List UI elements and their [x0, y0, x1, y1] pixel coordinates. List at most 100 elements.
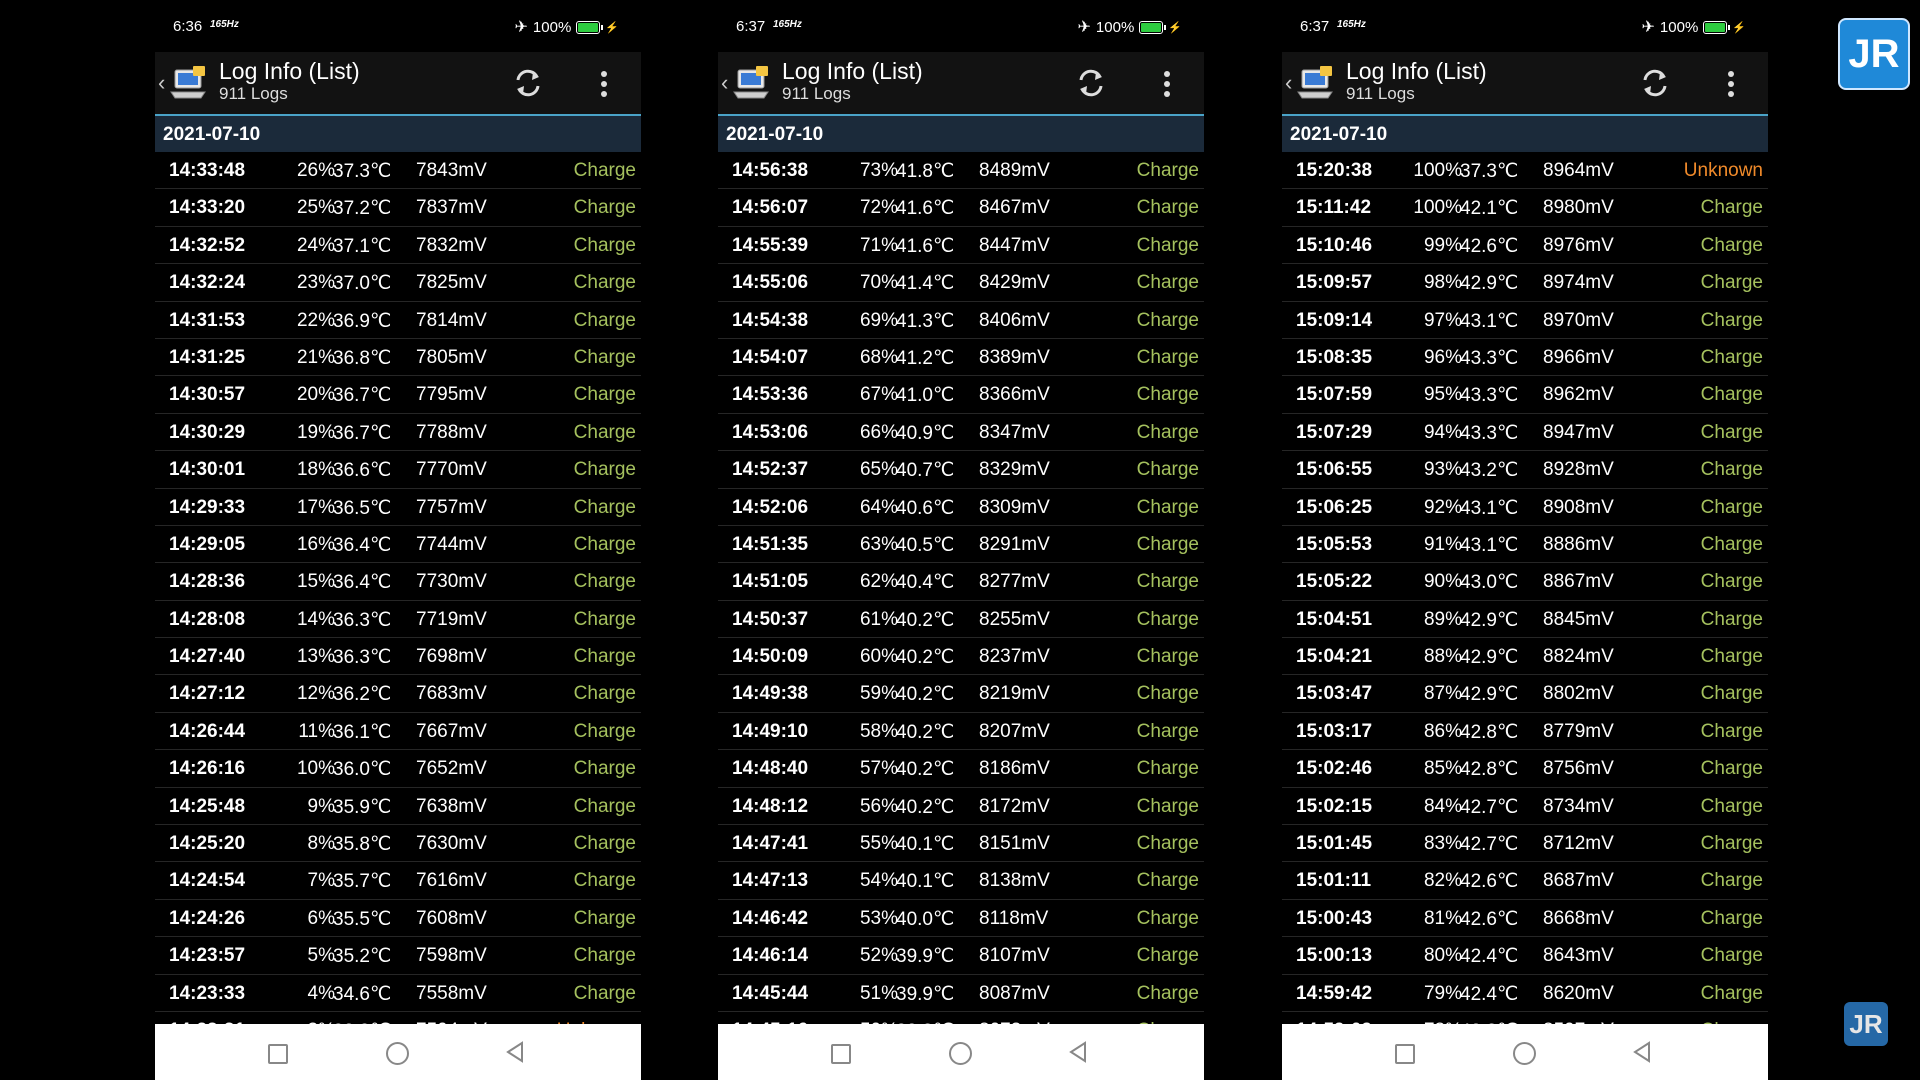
log-row[interactable]: 14:27:12 12% 36.2℃ 7683mV Charge: [155, 675, 641, 713]
log-row[interactable]: 14:29:05 16% 36.4℃ 7744mV Charge: [155, 526, 641, 564]
log-row[interactable]: 14:46:42 53% 40.0℃ 8118mV Charge: [718, 900, 1204, 938]
log-row[interactable]: 15:04:51 89% 42.9℃ 8845mV Charge: [1282, 601, 1768, 639]
log-row[interactable]: 14:31:25 21% 36.8℃ 7805mV Charge: [155, 339, 641, 377]
log-row[interactable]: 14:59:09 78% 42.3℃ 8597mV Charge: [1282, 1012, 1768, 1024]
log-row[interactable]: 14:45:16 50% 39.8℃ 8073mV Charge: [718, 1012, 1204, 1024]
log-time: 14:24:54: [169, 870, 246, 892]
log-row[interactable]: 14:51:05 62% 40.4℃ 8277mV Charge: [718, 563, 1204, 601]
log-row[interactable]: 14:54:07 68% 41.2℃ 8389mV Charge: [718, 339, 1204, 377]
log-row[interactable]: 14:28:08 14% 36.3℃ 7719mV Charge: [155, 601, 641, 639]
log-row[interactable]: 14:25:20 8% 35.8℃ 7630mV Charge: [155, 825, 641, 863]
log-time: 15:11:42: [1296, 197, 1372, 219]
log-time: 14:26:44: [169, 720, 246, 742]
log-row[interactable]: 15:10:46 99% 42.6℃ 8976mV Charge: [1282, 227, 1768, 265]
back-chevron-icon[interactable]: ‹: [721, 70, 728, 96]
log-row[interactable]: 14:54:38 69% 41.3℃ 8406mV Charge: [718, 302, 1204, 339]
recent-apps-icon[interactable]: [1395, 1044, 1415, 1064]
log-list[interactable]: 15:20:38 100% 37.3℃ 8964mV Unknown 15:11…: [1282, 152, 1768, 1024]
more-options-icon[interactable]: [599, 68, 609, 100]
refresh-icon[interactable]: [1074, 66, 1108, 100]
log-row[interactable]: 15:09:14 97% 43.1℃ 8970mV Charge: [1282, 302, 1768, 339]
log-temperature: 43.3℃: [1460, 385, 1519, 407]
recent-apps-icon[interactable]: [831, 1044, 851, 1064]
log-row[interactable]: 14:24:26 6% 35.5℃ 7608mV Charge: [155, 900, 641, 938]
log-row[interactable]: 15:01:45 83% 42.7℃ 8712mV Charge: [1282, 825, 1768, 863]
log-row[interactable]: 15:02:15 84% 42.7℃ 8734mV Charge: [1282, 788, 1768, 826]
log-row[interactable]: 14:27:40 13% 36.3℃ 7698mV Charge: [155, 638, 641, 676]
refresh-icon[interactable]: [1638, 66, 1672, 100]
log-list[interactable]: 14:56:38 73% 41.8℃ 8489mV Charge 14:56:0…: [718, 152, 1204, 1024]
log-row[interactable]: 14:30:01 18% 36.6℃ 7770mV Charge: [155, 451, 641, 489]
log-row[interactable]: 14:23:33 4% 34.6℃ 7558mV Charge: [155, 975, 641, 1012]
log-row[interactable]: 14:46:14 52% 39.9℃ 8107mV Charge: [718, 937, 1204, 975]
log-row[interactable]: 14:30:29 19% 36.7℃ 7788mV Charge: [155, 414, 641, 452]
log-row[interactable]: 15:05:22 90% 43.0℃ 8867mV Charge: [1282, 563, 1768, 601]
log-list[interactable]: 14:33:48 26% 37.3℃ 7843mV Charge 14:33:2…: [155, 152, 641, 1024]
log-row[interactable]: 14:52:37 65% 40.7℃ 8329mV Charge: [718, 451, 1204, 489]
back-icon[interactable]: [1068, 1041, 1088, 1063]
log-row[interactable]: 14:32:24 23% 37.0℃ 7825mV Charge: [155, 264, 641, 302]
log-row[interactable]: 14:48:12 56% 40.2℃ 8172mV Charge: [718, 788, 1204, 826]
log-time: 14:48:12: [732, 795, 809, 817]
log-row[interactable]: 15:07:29 94% 43.3℃ 8947mV Charge: [1282, 414, 1768, 452]
home-icon[interactable]: [949, 1042, 972, 1065]
log-row[interactable]: 14:56:38 73% 41.8℃ 8489mV Charge: [718, 152, 1204, 190]
more-options-icon[interactable]: [1726, 68, 1736, 100]
log-row[interactable]: 14:29:33 17% 36.5℃ 7757mV Charge: [155, 489, 641, 526]
log-row[interactable]: 14:23:31 3% 33.9℃ 7504mV Unknown: [155, 1012, 641, 1024]
log-row[interactable]: 14:55:06 70% 41.4℃ 8429mV Charge: [718, 264, 1204, 302]
back-icon[interactable]: [505, 1041, 525, 1063]
log-row[interactable]: 14:45:44 51% 39.9℃ 8087mV Charge: [718, 975, 1204, 1012]
log-row[interactable]: 14:23:57 5% 35.2℃ 7598mV Charge: [155, 937, 641, 975]
log-row[interactable]: 15:06:55 93% 43.2℃ 8928mV Charge: [1282, 451, 1768, 489]
log-row[interactable]: 15:03:47 87% 42.9℃ 8802mV Charge: [1282, 675, 1768, 713]
log-temperature: 36.0℃: [333, 759, 392, 781]
home-icon[interactable]: [1513, 1042, 1536, 1065]
log-row[interactable]: 14:48:40 57% 40.2℃ 8186mV Charge: [718, 750, 1204, 788]
log-row[interactable]: 15:03:17 86% 42.8℃ 8779mV Charge: [1282, 713, 1768, 751]
log-row[interactable]: 14:50:09 60% 40.2℃ 8237mV Charge: [718, 638, 1204, 676]
log-row[interactable]: 15:11:42 100% 42.1℃ 8980mV Charge: [1282, 189, 1768, 227]
log-row[interactable]: 14:47:13 54% 40.1℃ 8138mV Charge: [718, 862, 1204, 900]
recent-apps-icon[interactable]: [268, 1044, 288, 1064]
log-row[interactable]: 14:26:16 10% 36.0℃ 7652mV Charge: [155, 750, 641, 788]
refresh-icon[interactable]: [511, 66, 545, 100]
back-icon[interactable]: [1632, 1041, 1652, 1063]
log-row[interactable]: 14:25:48 9% 35.9℃ 7638mV Charge: [155, 788, 641, 826]
log-row[interactable]: 14:49:38 59% 40.2℃ 8219mV Charge: [718, 675, 1204, 713]
log-row[interactable]: 14:33:20 25% 37.2℃ 7837mV Charge: [155, 189, 641, 227]
log-row[interactable]: 14:33:48 26% 37.3℃ 7843mV Charge: [155, 152, 641, 190]
log-row[interactable]: 15:02:46 85% 42.8℃ 8756mV Charge: [1282, 750, 1768, 788]
log-row[interactable]: 14:30:57 20% 36.7℃ 7795mV Charge: [155, 376, 641, 414]
log-row[interactable]: 14:56:07 72% 41.6℃ 8467mV Charge: [718, 189, 1204, 227]
log-row[interactable]: 14:47:41 55% 40.1℃ 8151mV Charge: [718, 825, 1204, 863]
log-row[interactable]: 14:49:10 58% 40.2℃ 8207mV Charge: [718, 713, 1204, 751]
log-row[interactable]: 15:00:13 80% 42.4℃ 8643mV Charge: [1282, 937, 1768, 975]
log-row[interactable]: 14:26:44 11% 36.1℃ 7667mV Charge: [155, 713, 641, 751]
log-row[interactable]: 14:50:37 61% 40.2℃ 8255mV Charge: [718, 601, 1204, 639]
log-row[interactable]: 14:55:39 71% 41.6℃ 8447mV Charge: [718, 227, 1204, 265]
log-row[interactable]: 14:53:36 67% 41.0℃ 8366mV Charge: [718, 376, 1204, 414]
log-row[interactable]: 14:28:36 15% 36.4℃ 7730mV Charge: [155, 563, 641, 601]
log-row[interactable]: 15:01:11 82% 42.6℃ 8687mV Charge: [1282, 862, 1768, 900]
log-row[interactable]: 14:24:54 7% 35.7℃ 7616mV Charge: [155, 862, 641, 900]
log-row[interactable]: 15:20:38 100% 37.3℃ 8964mV Unknown: [1282, 152, 1768, 190]
log-row[interactable]: 14:51:35 63% 40.5℃ 8291mV Charge: [718, 526, 1204, 564]
log-row[interactable]: 14:31:53 22% 36.9℃ 7814mV Charge: [155, 302, 641, 339]
log-row[interactable]: 14:52:06 64% 40.6℃ 8309mV Charge: [718, 489, 1204, 526]
back-chevron-icon[interactable]: ‹: [1285, 70, 1292, 96]
log-row[interactable]: 15:00:43 81% 42.6℃ 8668mV Charge: [1282, 900, 1768, 938]
log-row[interactable]: 15:06:25 92% 43.1℃ 8908mV Charge: [1282, 489, 1768, 526]
log-row[interactable]: 15:04:21 88% 42.9℃ 8824mV Charge: [1282, 638, 1768, 676]
log-row[interactable]: 14:32:52 24% 37.1℃ 7832mV Charge: [155, 227, 641, 265]
log-row[interactable]: 15:05:53 91% 43.1℃ 8886mV Charge: [1282, 526, 1768, 564]
log-status: Charge: [1700, 533, 1763, 555]
more-options-icon[interactable]: [1162, 68, 1172, 100]
log-row[interactable]: 14:59:42 79% 42.4℃ 8620mV Charge: [1282, 975, 1768, 1012]
log-row[interactable]: 14:53:06 66% 40.9℃ 8347mV Charge: [718, 414, 1204, 452]
home-icon[interactable]: [386, 1042, 409, 1065]
log-row[interactable]: 15:08:35 96% 43.3℃ 8966mV Charge: [1282, 339, 1768, 377]
log-row[interactable]: 15:09:57 98% 42.9℃ 8974mV Charge: [1282, 264, 1768, 302]
log-row[interactable]: 15:07:59 95% 43.3℃ 8962mV Charge: [1282, 376, 1768, 414]
back-chevron-icon[interactable]: ‹: [158, 70, 165, 96]
